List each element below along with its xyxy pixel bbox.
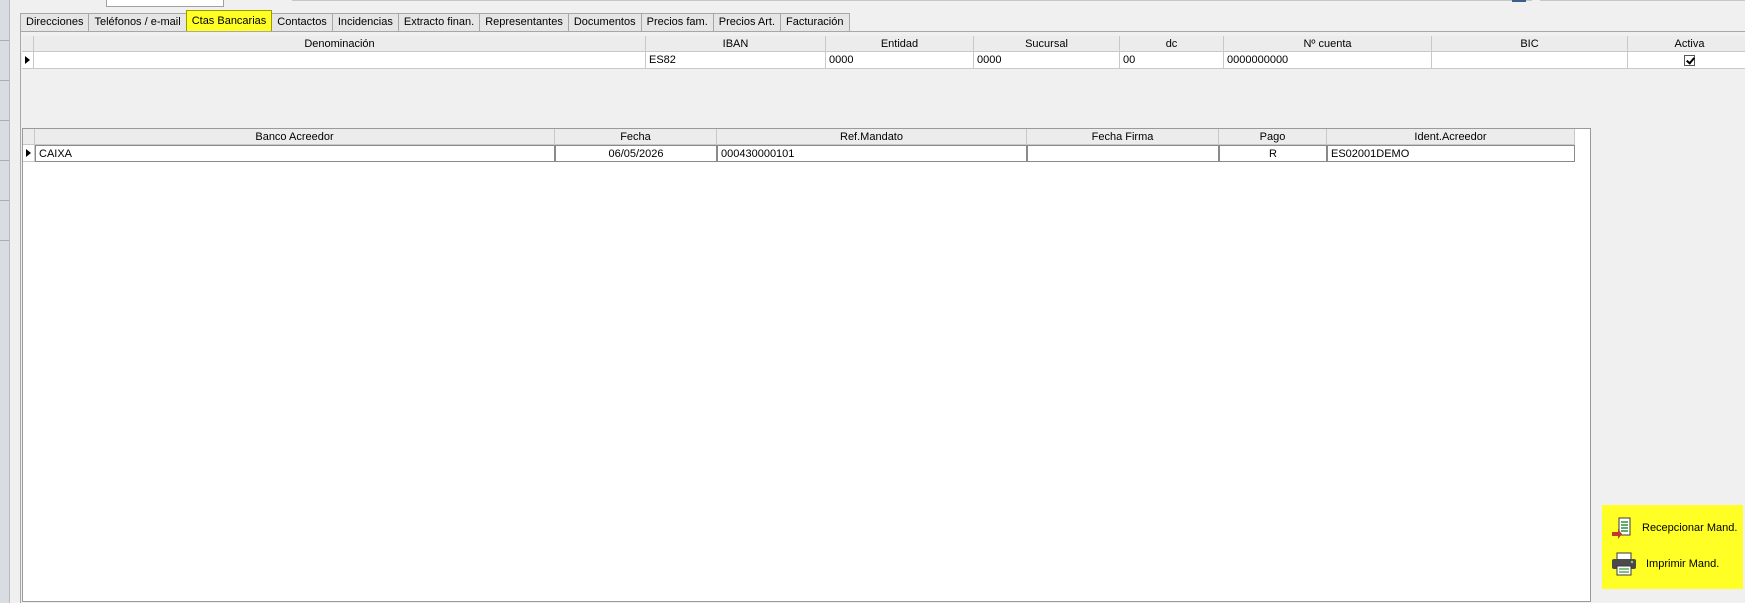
top-right-field-edge	[1540, 0, 1745, 1]
column-header[interactable]: Banco Acreedor	[35, 129, 555, 145]
column-header[interactable]: Denominación	[34, 36, 646, 52]
cell-fecha[interactable]: 06/05/2026	[555, 145, 717, 162]
cell-dc[interactable]: 00	[1120, 52, 1224, 69]
receive-mandate-label: Recepcionar Mand.	[1642, 522, 1738, 534]
column-header[interactable]: Fecha Firma	[1027, 129, 1219, 145]
column-header[interactable]: BIC	[1432, 36, 1628, 52]
row-indicator-header	[23, 129, 35, 145]
cell-activa	[1628, 52, 1745, 69]
cell-numero-cuenta[interactable]: 0000000000	[1224, 52, 1432, 69]
cell-pago[interactable]: R	[1219, 145, 1327, 162]
cell-denominacion[interactable]	[34, 52, 646, 69]
row-indicator[interactable]	[23, 145, 35, 162]
printer-icon	[1612, 552, 1636, 576]
cell-ident-acreedor[interactable]: ES02001DEMO	[1327, 145, 1575, 162]
column-header[interactable]: Fecha	[555, 129, 717, 145]
cell-banco-acreedor[interactable]: CAIXA	[35, 145, 555, 162]
tab-precios-fam[interactable]: Precios fam.	[640, 13, 714, 31]
column-header[interactable]: Ref.Mandato	[717, 129, 1027, 145]
column-header[interactable]: dc	[1120, 36, 1224, 52]
receive-mandate-button[interactable]: Recepcionar Mand.	[1610, 513, 1737, 543]
activa-checkbox[interactable]	[1684, 54, 1695, 66]
cell-sucursal[interactable]: 0000	[974, 52, 1120, 69]
receive-mandate-icon	[1612, 517, 1631, 539]
cell-iban[interactable]: ES82	[646, 52, 826, 69]
column-header[interactable]: Ident.Acreedor	[1327, 129, 1575, 145]
row-indicator-header	[22, 36, 34, 52]
tab-strip: Direcciones Teléfonos / e-mail Ctas Banc…	[20, 10, 850, 31]
tab-direcciones[interactable]: Direcciones	[20, 13, 90, 31]
cell-ref-mandato[interactable]: 000430000101	[717, 145, 1027, 162]
column-header[interactable]: Nº cuenta	[1224, 36, 1432, 52]
tab-precios-art[interactable]: Precios Art.	[712, 13, 782, 31]
tab-ctas-bancarias[interactable]: Ctas Bancarias	[185, 10, 273, 31]
top-scrollbar-edge	[1512, 0, 1526, 2]
cell-entidad[interactable]: 0000	[826, 52, 974, 69]
bank-accounts-grid: Denominación IBAN Entidad Sucursal dc Nº…	[22, 36, 1745, 108]
top-input-field-edge[interactable]	[106, 0, 224, 7]
mandate-actions-panel: Recepcionar Mand. Imprimir Mand.	[1602, 505, 1743, 589]
column-header[interactable]: Sucursal	[974, 36, 1120, 52]
cell-bic[interactable]	[1432, 52, 1628, 69]
tab-facturacion[interactable]: Facturación	[780, 13, 850, 31]
left-border-strip	[0, 0, 10, 603]
tab-incidencias[interactable]: Incidencias	[331, 13, 399, 31]
print-mandate-button[interactable]: Imprimir Mand.	[1610, 549, 1719, 579]
cell-fecha-firma[interactable]	[1027, 145, 1219, 162]
tab-contactos[interactable]: Contactos	[271, 13, 333, 31]
tab-documentos[interactable]: Documentos	[567, 13, 642, 31]
print-mandate-label: Imprimir Mand.	[1646, 558, 1720, 570]
column-header[interactable]: IBAN	[646, 36, 826, 52]
top-field-edge	[292, 0, 1532, 1]
column-header[interactable]: Activa	[1628, 36, 1745, 52]
row-indicator[interactable]	[22, 52, 34, 69]
mandates-grid: Banco Acreedor Fecha Ref.Mandato Fecha F…	[22, 128, 1591, 602]
column-header[interactable]: Entidad	[826, 36, 974, 52]
column-header[interactable]: Pago	[1219, 129, 1327, 145]
tab-representantes[interactable]: Representantes	[479, 13, 569, 31]
tab-telefonos-email[interactable]: Teléfonos / e-mail	[88, 13, 187, 31]
tab-extracto-finan[interactable]: Extracto finan.	[397, 13, 481, 31]
